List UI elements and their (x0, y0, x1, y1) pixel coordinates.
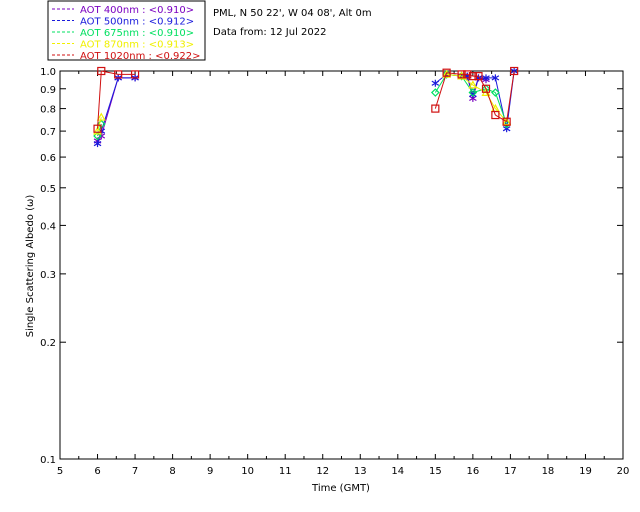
x-tick-label-10: 10 (241, 466, 254, 477)
series-4-segment-1 (101, 70, 119, 75)
series-1-point-12 (502, 125, 511, 133)
y-tick-label-1.0: 1.0 (40, 67, 56, 78)
legend-label-2: AOT 675nm : <0.910> (80, 28, 194, 39)
x-tick-label-11: 11 (279, 466, 292, 477)
x-tick-label-8: 8 (169, 466, 175, 477)
legend-label-0: AOT 400nm : <0.910> (80, 5, 194, 16)
y-tick-label-0.2: 0.2 (40, 338, 56, 349)
series-3-segment-6 (495, 108, 508, 123)
y-tick-label-0.5: 0.5 (40, 184, 56, 195)
albedo-chart: AOT 400nm : <0.910>AOT 500nm : <0.912>AO… (25, 0, 630, 494)
series-0 (93, 70, 490, 145)
x-tick-label-16: 16 (466, 466, 479, 477)
series-1 (93, 67, 518, 148)
x-tick-label-13: 13 (354, 466, 367, 477)
x-tick-label-15: 15 (429, 466, 442, 477)
x-tick-label-7: 7 (132, 466, 138, 477)
site-info: PML, N 50 22', W 04 08', Alt 0m (213, 8, 372, 19)
x-axis-label: Time (GMT) (311, 483, 370, 494)
y-tick-label-0.3: 0.3 (40, 270, 56, 281)
x-tick-label-17: 17 (504, 466, 517, 477)
series-4-segment-12 (506, 70, 515, 122)
x-tick-label-5: 5 (57, 466, 63, 477)
y-tick-label-0.9: 0.9 (40, 85, 56, 96)
y-tick-label-0.8: 0.8 (40, 105, 56, 116)
date-info: Data from: 12 Jul 2022 (213, 27, 326, 38)
series-4 (93, 66, 519, 133)
y-tick-label-0.1: 0.1 (40, 455, 56, 466)
y-tick-label-0.6: 0.6 (40, 153, 56, 164)
x-tick-label-18: 18 (542, 466, 555, 477)
legend-label-1: AOT 500nm : <0.912> (80, 17, 194, 28)
y-tick-label-0.7: 0.7 (40, 127, 56, 138)
x-tick-label-20: 20 (617, 466, 630, 477)
x-tick-label-6: 6 (94, 466, 100, 477)
legend-label-3: AOT 870nm : <0.913> (80, 40, 194, 51)
legend-label-4: AOT 1020nm : <0.922> (80, 51, 200, 62)
x-tick-label-14: 14 (391, 466, 404, 477)
legend: AOT 400nm : <0.910>AOT 500nm : <0.912>AO… (47, 0, 206, 62)
x-tick-label-12: 12 (316, 466, 329, 477)
y-tick-label-0.4: 0.4 (40, 221, 56, 232)
plot-frame (59, 70, 624, 460)
x-tick-label-19: 19 (579, 466, 592, 477)
series-1-point-0 (93, 140, 102, 148)
x-tick-label-9: 9 (207, 466, 213, 477)
y-axis-label: Single Scattering Albedo (ω) (25, 195, 36, 338)
series-2 (93, 70, 511, 141)
series-3 (93, 69, 512, 135)
